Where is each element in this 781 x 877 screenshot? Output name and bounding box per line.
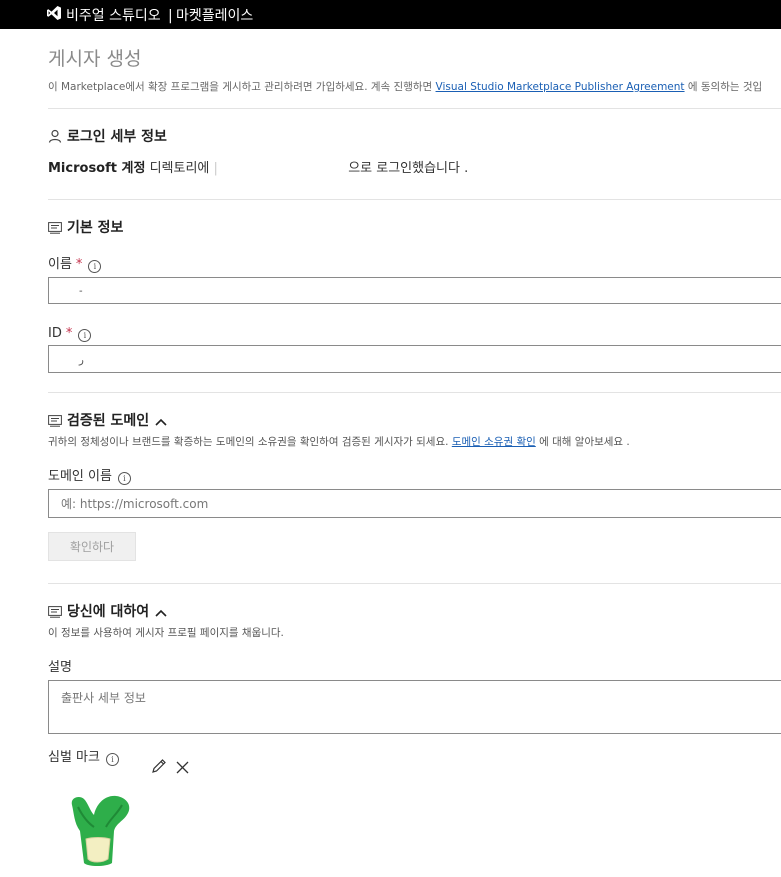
description-placeholder: 출판사 세부 정보: [61, 691, 146, 705]
directory-bar: |: [213, 161, 218, 176]
name-value: -: [79, 286, 83, 297]
description-label: 설명: [48, 660, 72, 675]
login-info: Microsoft 계정 디렉토리에 | 으로 로그인했습니다 .: [48, 160, 468, 178]
publisher-agreement-link[interactable]: Visual Studio Marketplace Publisher Agre…: [436, 81, 685, 93]
id-label: ID * i: [48, 325, 92, 343]
info-icon[interactable]: i: [117, 472, 131, 485]
about-description: 이 정보를 사용하여 게시자 프로필 페이지를 채웁니다.: [48, 627, 284, 639]
domain-desc-text: 귀하의 정체성이나 브랜드를 확증하는 도메인의 소유권을 확인하여 검증된 게…: [48, 436, 449, 448]
card-icon: [48, 605, 62, 623]
logo-label: 심벌 마크 i: [48, 749, 119, 767]
about-section-title: 당신에 대하여: [48, 603, 167, 623]
name-label-text: 이름: [48, 257, 72, 272]
domain-section-title: 검증된 도메인: [48, 412, 167, 432]
login-section-title: 로그인 세부 정보: [48, 128, 167, 148]
id-input[interactable]: ر: [48, 345, 781, 373]
logged-in-text: 으로 로그인했습니다 .: [348, 161, 469, 176]
person-icon: [48, 129, 62, 148]
account-type: Microsoft 계정: [48, 161, 146, 176]
card-icon: [48, 414, 62, 432]
about-section-label: 당신에 대하여: [67, 604, 150, 620]
domain-label-text: 도메인 이름: [48, 469, 112, 484]
publisher-logo-image: [66, 793, 136, 875]
visual-studio-logo-icon[interactable]: [46, 5, 62, 25]
basic-section-title: 기본 정보: [48, 219, 123, 239]
required-marker: *: [65, 326, 73, 341]
divider: [48, 392, 781, 393]
info-icon[interactable]: i: [88, 260, 102, 273]
divider: [48, 199, 781, 200]
chevron-up-icon[interactable]: [155, 604, 167, 622]
card-icon: [48, 221, 62, 239]
info-icon[interactable]: i: [105, 753, 119, 766]
domain-description: 귀하의 정체성이나 브랜드를 확증하는 도메인의 소유권을 확인하여 검증된 게…: [48, 435, 630, 449]
intro-text: 이 Marketplace에서 확장 프로그램을 게시하고 관리하려면 가입하세…: [48, 80, 762, 94]
logo-label-text: 심벌 마크: [48, 750, 100, 765]
page-title: 게시자 생성: [48, 48, 142, 70]
info-icon[interactable]: i: [78, 329, 92, 342]
description-textarea[interactable]: 출판사 세부 정보: [48, 680, 781, 734]
intro-prefix: 이 Marketplace에서 확장 프로그램을 게시하고 관리하려면 가입하세…: [48, 81, 433, 93]
domain-section-label: 검증된 도메인: [67, 413, 150, 429]
brand-name[interactable]: 비주얼 스튜디오: [66, 8, 161, 24]
pencil-icon[interactable]: [151, 758, 167, 778]
required-marker: *: [75, 257, 83, 272]
close-icon[interactable]: [176, 759, 189, 778]
top-bar: 비주얼 스튜디오 | 마켓플레이스: [0, 0, 781, 29]
name-input[interactable]: -: [48, 277, 781, 304]
name-label: 이름 * i: [48, 256, 102, 274]
domain-input[interactable]: [59, 496, 663, 512]
domain-desc-suffix: 에 대해 알아보세요 .: [539, 436, 630, 448]
marketplace-link[interactable]: 마켓플레이스: [176, 8, 253, 24]
divider: [48, 108, 781, 109]
verify-button[interactable]: 확인하다: [48, 532, 136, 561]
domain-input-box: [48, 489, 781, 518]
id-label-text: ID: [48, 326, 62, 341]
domain-ownership-link[interactable]: 도메인 소유권 확인: [452, 436, 536, 448]
header-separator: |: [168, 8, 173, 24]
domain-label: 도메인 이름 i: [48, 468, 131, 486]
basic-section-label: 기본 정보: [67, 220, 124, 236]
login-section-label: 로그인 세부 정보: [67, 129, 167, 145]
intro-suffix: 에 동의하는 것입: [687, 81, 763, 93]
divider: [48, 583, 781, 584]
directory-text: 디렉토리에: [149, 161, 210, 176]
id-value: ر: [79, 355, 84, 366]
chevron-up-icon[interactable]: [155, 413, 167, 431]
